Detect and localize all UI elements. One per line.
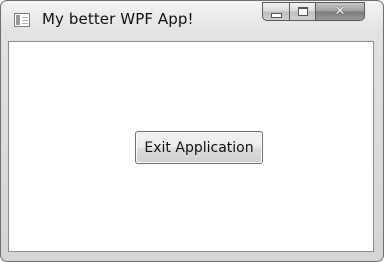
- title-bar[interactable]: My better WPF App! ✕: [1, 1, 383, 41]
- minimize-icon: [270, 12, 282, 18]
- app-window: My better WPF App! ✕ Exit Application: [0, 0, 384, 262]
- caption-buttons: ✕: [262, 2, 378, 24]
- window-client-area: Exit Application: [8, 41, 374, 252]
- window-title: My better WPF App!: [42, 10, 194, 28]
- window-app-icon[interactable]: [14, 13, 30, 27]
- exit-application-button[interactable]: Exit Application: [135, 131, 263, 164]
- close-button[interactable]: ✕: [315, 2, 365, 21]
- maximize-icon: [297, 7, 308, 16]
- minimize-button[interactable]: [262, 2, 290, 21]
- close-icon: ✕: [334, 4, 346, 19]
- maximize-button[interactable]: [289, 2, 316, 21]
